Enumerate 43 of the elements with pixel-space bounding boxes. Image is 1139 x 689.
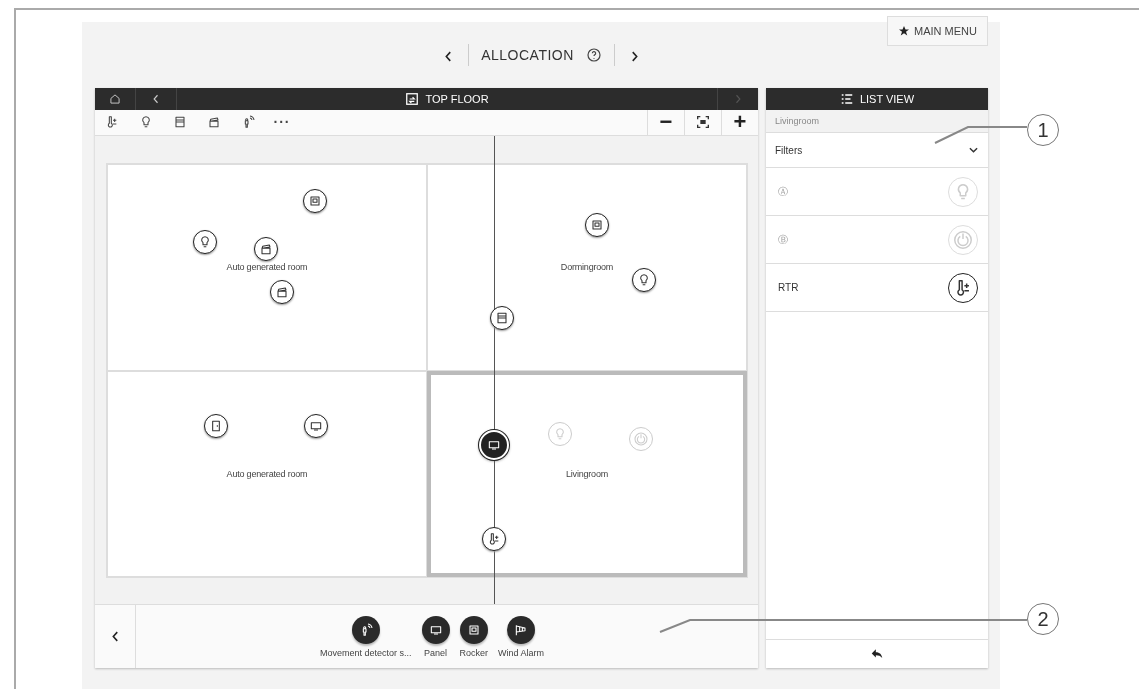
device-button[interactable] [421, 615, 450, 644]
zoom-in-button[interactable]: + [721, 109, 758, 135]
device-label: Wind Alarm [498, 647, 545, 658]
chevron-left-icon [153, 93, 159, 104]
room-name: Auto generated room [226, 468, 308, 479]
star-icon [898, 25, 911, 37]
list-item[interactable]: RTR [766, 264, 988, 312]
device-label: Panel [424, 647, 447, 658]
chevron-left-icon [111, 631, 119, 643]
callout-number: 2 [1027, 603, 1059, 635]
floor-name: TOP FLOOR [425, 92, 489, 105]
list-view-title: LIST VIEW [859, 93, 915, 105]
filters-dropdown[interactable]: Filters [766, 133, 988, 168]
help-icon[interactable] [585, 47, 602, 63]
page-title: ALLOCATION [481, 47, 574, 63]
floor-plan-icon [405, 91, 420, 106]
room-area[interactable]: Livingroom [427, 370, 747, 578]
room-area[interactable]: Auto generated room [107, 370, 427, 578]
zoom-out-button[interactable]: − [647, 109, 684, 135]
device-button[interactable] [351, 615, 380, 644]
chevron-right-icon [630, 50, 638, 62]
callout-number: 1 [1027, 114, 1059, 146]
power-icon [952, 228, 974, 251]
chevron-down-icon [969, 147, 978, 153]
home-icon [108, 91, 122, 106]
room-area[interactable]: Dormingroom [427, 163, 747, 371]
chevron-left-icon [445, 50, 453, 62]
device-label: Movement detector s... [319, 647, 412, 658]
room-name: Auto generated room [226, 262, 308, 273]
device-button[interactable] [507, 615, 535, 644]
room-name: Livingroom [566, 468, 608, 479]
fit-icon [695, 114, 711, 131]
main-menu-button[interactable]: MAIN MENU [887, 16, 988, 46]
list-view-header[interactable]: LIST VIEW [766, 88, 988, 110]
device-label: Rocker [459, 647, 488, 658]
power-icon [633, 430, 649, 447]
chevron-right-icon [735, 93, 741, 104]
room-area[interactable]: Auto generated room [107, 163, 427, 371]
room-name: Livingroom [766, 110, 988, 133]
more-button[interactable]: ··· [265, 114, 299, 131]
device-button[interactable] [459, 615, 488, 644]
room-name: Dormingroom [560, 262, 614, 273]
list-icon [839, 92, 854, 106]
